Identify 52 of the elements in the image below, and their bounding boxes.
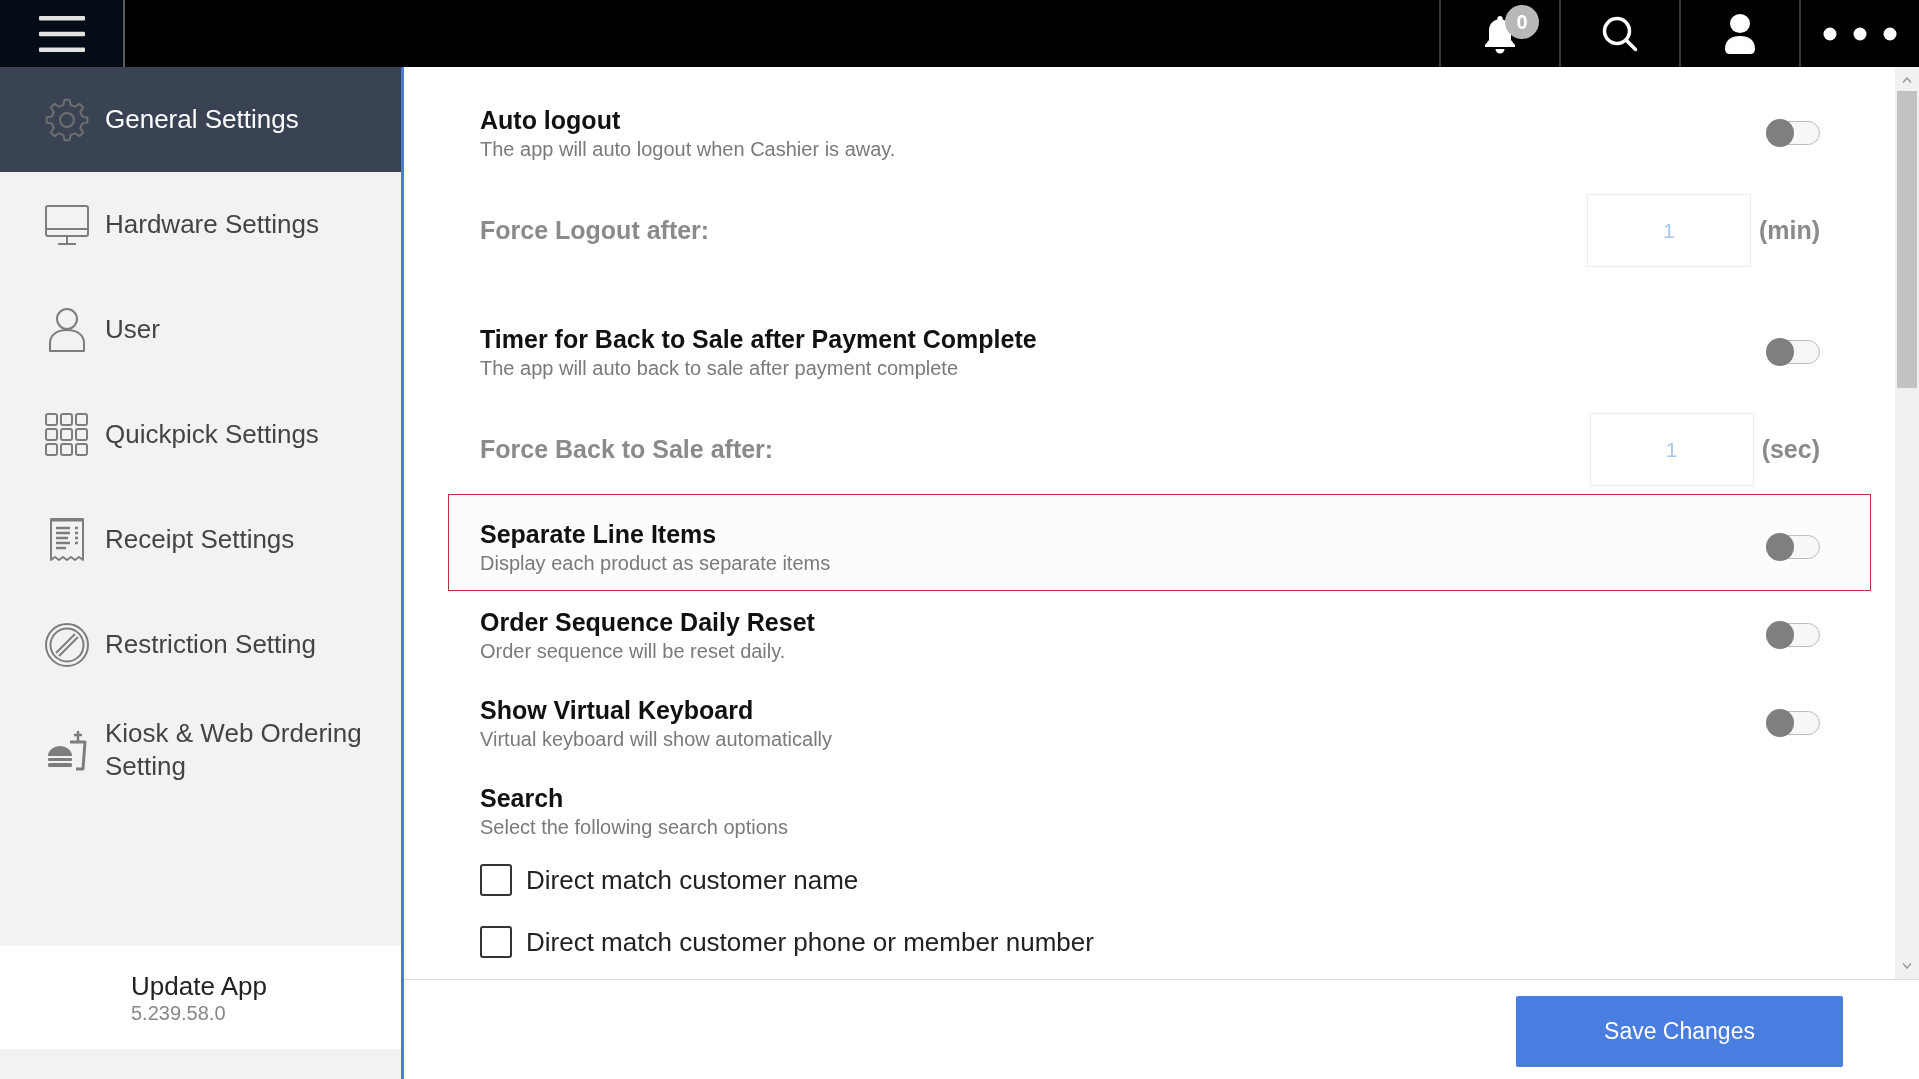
section-title: Search	[480, 783, 564, 813]
save-button[interactable]: Save Changes	[1516, 996, 1843, 1067]
setting-description: The app will auto back to sale after payment complete	[480, 356, 959, 380]
menu-button[interactable]	[0, 0, 125, 67]
sidebar-item[interactable]: Kiosk & Web Ordering Setting	[0, 697, 401, 802]
setting-description: The app will auto logout when Cashier is away.	[480, 137, 896, 161]
receipt-icon	[49, 516, 85, 563]
toggle-switch[interactable]	[1766, 338, 1820, 366]
menu-icon	[38, 15, 85, 52]
scrollbar-thumb[interactable]	[1897, 91, 1917, 388]
gear-icon	[45, 97, 89, 142]
toggle-switch[interactable]	[1766, 621, 1820, 649]
search-icon	[1602, 15, 1638, 52]
sidebar-item[interactable]: Receipt Settings	[0, 487, 401, 592]
sidebar-item[interactable]: General Settings	[0, 67, 401, 172]
burger-and-drink-icon	[46, 728, 88, 771]
sidebar-item[interactable]: User	[0, 277, 401, 382]
grid-icon	[45, 412, 89, 457]
setting-title: Timer for Back to Sale after Payment Complete	[480, 324, 1037, 354]
setting-description: Display each product as separate items	[480, 551, 831, 575]
sidebar-item[interactable]: Quickpick Settings	[0, 382, 401, 487]
bell-icon	[1483, 13, 1517, 54]
prohibited-icon	[45, 622, 89, 667]
person-icon	[49, 307, 85, 352]
checkbox-label: Direct match customer phone or member number	[526, 926, 1094, 958]
chevron-up-icon	[1902, 77, 1912, 83]
update-app-button[interactable]: Update App 5.239.58.0	[0, 946, 401, 1049]
scrollbar[interactable]	[1895, 67, 1919, 979]
unit-label: (sec)	[1761, 435, 1820, 464]
more-icon	[1823, 26, 1897, 41]
toggle-switch[interactable]	[1766, 119, 1820, 147]
checkbox[interactable]	[480, 926, 512, 958]
person-icon	[1725, 13, 1755, 54]
field-label: Force Back to Sale after:	[480, 435, 774, 464]
toggle-switch[interactable]	[1766, 709, 1820, 737]
sidebar-item[interactable]: Hardware Settings	[0, 172, 401, 277]
setting-title: Auto logout	[480, 105, 621, 135]
sidebar-item[interactable]: Restriction Setting	[0, 592, 401, 697]
unit-label: (min)	[1758, 216, 1820, 245]
toggle-switch[interactable]	[1766, 533, 1820, 561]
checkbox[interactable]	[480, 864, 512, 896]
field-label: Force Logout after:	[480, 216, 710, 245]
checkbox-label: Direct match customer name	[526, 864, 859, 896]
notification-badge: 0	[1505, 5, 1539, 39]
monitor-icon	[45, 204, 89, 245]
setting-title: Show Virtual Keyboard	[480, 695, 754, 725]
setting-description: Order sequence will be reset daily.	[480, 639, 786, 663]
setting-title: Order Sequence Daily Reset	[480, 607, 815, 637]
setting-description: Virtual keyboard will show automatically	[480, 727, 832, 751]
chevron-down-icon	[1902, 963, 1912, 969]
setting-title: Separate Line Items	[480, 519, 717, 549]
section-description: Select the following search options	[480, 815, 788, 839]
